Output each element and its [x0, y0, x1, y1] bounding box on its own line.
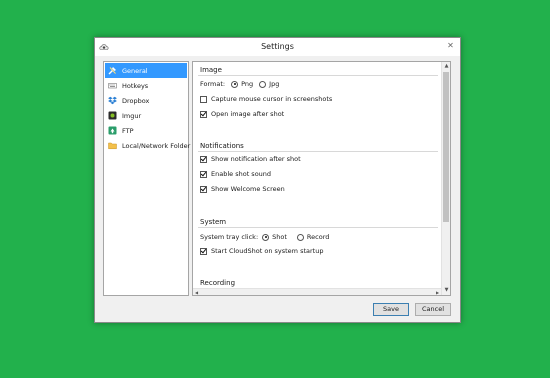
- scroll-down-icon[interactable]: ▼: [442, 286, 450, 295]
- format-png-option[interactable]: Png: [231, 80, 253, 88]
- sidebar-item-imgur[interactable]: Imgur: [105, 108, 187, 123]
- system-section-divider: [198, 227, 438, 228]
- format-png-radio[interactable]: [231, 80, 239, 88]
- title-bar[interactable]: Settings ✕: [95, 38, 460, 56]
- tray-record-radio[interactable]: [296, 233, 304, 241]
- capture-cursor-checkbox[interactable]: [200, 95, 207, 103]
- sidebar-item-label: FTP: [122, 126, 134, 135]
- close-icon[interactable]: ✕: [445, 41, 456, 51]
- start-on-startup-option[interactable]: Start CloudShot on system startup: [200, 247, 323, 255]
- welcome-screen-option[interactable]: Show Welcome Screen: [200, 185, 285, 193]
- scroll-left-icon[interactable]: ◀: [193, 289, 200, 295]
- folder-icon: [108, 142, 117, 150]
- sidebar-item-dropbox[interactable]: Dropbox: [105, 93, 187, 108]
- imgur-icon: [108, 111, 117, 120]
- sidebar-item-general[interactable]: General: [105, 63, 187, 78]
- shot-sound-label: Enable shot sound: [211, 170, 272, 178]
- tray-record-label: Record: [306, 233, 330, 241]
- show-notification-option[interactable]: Show notification after shot: [200, 155, 301, 163]
- scroll-right-icon[interactable]: ▶: [434, 289, 441, 295]
- recording-section-title: Recording: [200, 279, 236, 287]
- keyboard-icon: [108, 83, 117, 89]
- sidebar-item-hotkeys[interactable]: Hotkeys: [105, 78, 187, 93]
- format-jpg-option[interactable]: Jpg: [259, 80, 279, 88]
- open-after-shot-checkbox[interactable]: [200, 110, 207, 118]
- tray-shot-radio[interactable]: [262, 233, 270, 241]
- cancel-button[interactable]: Cancel: [415, 303, 451, 316]
- start-on-startup-checkbox[interactable]: [200, 247, 207, 255]
- tray-click-label: System tray click:: [200, 233, 259, 241]
- capture-cursor-label: Capture mouse cursor in screenshots: [211, 95, 333, 103]
- sidebar-item-ftp[interactable]: FTP: [105, 123, 187, 138]
- settings-panel: Image Format: Png Jpg Capture mouse curs…: [192, 61, 451, 296]
- tray-shot-label: Shot: [272, 233, 287, 241]
- ftp-icon: [108, 126, 117, 135]
- dropbox-icon: [108, 96, 117, 105]
- capture-cursor-option[interactable]: Capture mouse cursor in screenshots: [200, 95, 332, 103]
- sidebar-item-label: General: [122, 66, 148, 75]
- format-png-label: Png: [241, 80, 254, 88]
- image-section-divider: [198, 75, 438, 76]
- scroll-up-icon[interactable]: ▲: [442, 62, 450, 71]
- vertical-scrollbar[interactable]: ▲ ▼: [441, 62, 450, 295]
- shot-sound-option[interactable]: Enable shot sound: [200, 170, 271, 178]
- notifications-section-divider: [198, 151, 438, 152]
- sidebar-item-label: Hotkeys: [122, 81, 149, 90]
- open-after-shot-label: Open image after shot: [211, 110, 285, 118]
- tray-click-row: System tray click: Shot Record: [200, 233, 329, 241]
- settings-scroll-area[interactable]: Image Format: Png Jpg Capture mouse curs…: [193, 62, 440, 295]
- open-after-shot-option[interactable]: Open image after shot: [200, 110, 284, 118]
- start-on-startup-label: Start CloudShot on system startup: [211, 247, 324, 255]
- welcome-screen-label: Show Welcome Screen: [211, 185, 285, 193]
- show-notification-checkbox[interactable]: [200, 155, 207, 163]
- format-jpg-radio[interactable]: [259, 80, 267, 88]
- save-button[interactable]: Save: [373, 303, 409, 316]
- notifications-section-title: Notifications: [200, 142, 244, 150]
- show-notification-label: Show notification after shot: [211, 155, 301, 163]
- system-section-title: System: [200, 218, 227, 226]
- sidebar-item-label: Imgur: [122, 111, 142, 120]
- tray-record-option[interactable]: Record: [296, 233, 330, 241]
- settings-nav: General Hotkeys Dropbox Imgur FTP Local/…: [103, 61, 191, 296]
- image-section-title: Image: [200, 66, 222, 74]
- scrollbar-thumb[interactable]: [443, 72, 449, 222]
- shot-sound-checkbox[interactable]: [200, 170, 207, 178]
- welcome-screen-checkbox[interactable]: [200, 185, 207, 193]
- sidebar-item-local-network-folder[interactable]: Local/Network Folder: [105, 138, 191, 153]
- tools-icon: [108, 67, 116, 75]
- horizontal-scrollbar[interactable]: ◀ ▶: [193, 288, 441, 295]
- sidebar-item-label: Local/Network Folder: [122, 141, 191, 150]
- tray-shot-option[interactable]: Shot: [262, 233, 287, 241]
- format-label: Format:: [200, 80, 226, 88]
- settings-window: Settings ✕ General Hotkeys Dropbox Imgur…: [94, 37, 461, 323]
- format-row: Format: Png Jpg: [200, 80, 279, 88]
- window-title: Settings: [261, 42, 294, 51]
- sidebar-item-label: Dropbox: [122, 96, 150, 105]
- format-jpg-label: Jpg: [269, 80, 280, 88]
